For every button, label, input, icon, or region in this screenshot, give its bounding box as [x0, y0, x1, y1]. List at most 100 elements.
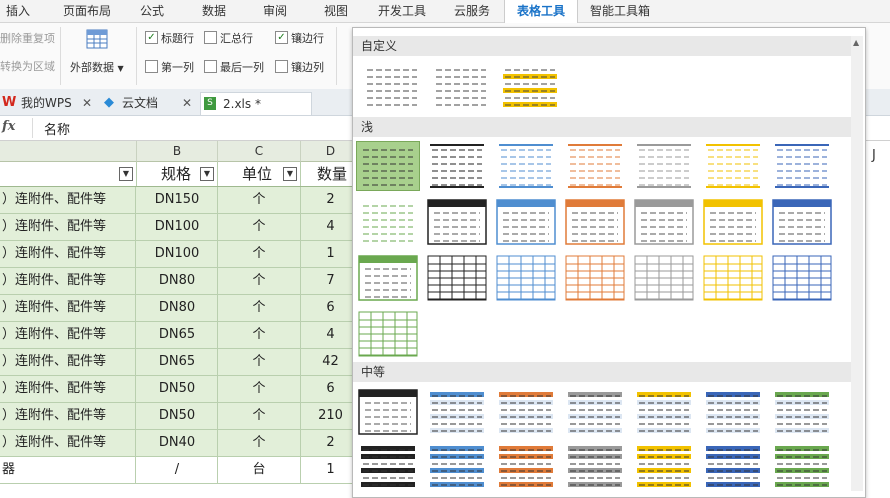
table-style-option[interactable] — [702, 142, 764, 190]
banded-rows-checkbox[interactable]: ✓ — [275, 31, 288, 44]
table-style-option[interactable] — [495, 142, 557, 190]
filter-dropdown-icon[interactable]: ▼ — [283, 167, 297, 181]
gallery-scrollbar[interactable]: ▲ — [851, 36, 863, 491]
column-header-a[interactable] — [0, 141, 137, 162]
table-style-option[interactable] — [564, 198, 626, 246]
close-icon[interactable]: ✕ — [82, 92, 92, 114]
table-cell[interactable]: ）连附件、配件等 — [0, 349, 136, 375]
table-style-option[interactable] — [426, 254, 488, 302]
tab-7[interactable]: 云服务 — [446, 0, 498, 22]
table-style-option[interactable] — [357, 310, 419, 358]
table-cell[interactable]: ）连附件、配件等 — [0, 241, 136, 267]
table-style-option[interactable] — [357, 388, 419, 436]
table-cell[interactable]: 个 — [218, 376, 301, 402]
tab-1[interactable]: 页面布局 — [52, 0, 122, 22]
table-style-option[interactable] — [771, 142, 833, 190]
table-header-cell[interactable]: 单位 ▼ — [218, 162, 301, 186]
table-style-option[interactable] — [702, 254, 764, 302]
tab-2[interactable]: 公式 — [132, 0, 172, 22]
table-cell[interactable]: 台 — [218, 457, 301, 483]
table-style-option[interactable] — [564, 442, 626, 490]
table-header-cell[interactable]: 规格 ▼ — [137, 162, 218, 186]
external-data-button[interactable]: 外部数据 ▼ — [70, 59, 124, 75]
table-cell[interactable]: ）连附件、配件等 — [0, 403, 136, 429]
table-cell[interactable]: DN40 — [137, 430, 218, 456]
table-cell[interactable]: ）连附件、配件等 — [0, 295, 136, 321]
table-cell[interactable]: 个 — [218, 322, 301, 348]
table-cell[interactable]: DN80 — [137, 268, 218, 294]
column-header-c[interactable]: C — [218, 141, 301, 162]
table-style-option[interactable] — [564, 142, 626, 190]
table-cell[interactable]: 个 — [218, 187, 301, 213]
fx-icon[interactable]: fx — [2, 119, 15, 134]
table-style-option[interactable] — [495, 198, 557, 246]
table-style-option[interactable] — [426, 198, 488, 246]
table-style-option[interactable] — [426, 442, 488, 490]
table-cell[interactable]: DN50 — [137, 403, 218, 429]
tab-6[interactable]: 开发工具 — [368, 0, 436, 22]
table-style-option[interactable] — [633, 442, 695, 490]
table-cell[interactable]: DN100 — [137, 214, 218, 240]
table-style-option[interactable] — [357, 442, 419, 490]
table-header-cell[interactable]: ▼ — [0, 162, 137, 186]
table-style-option[interactable] — [495, 254, 557, 302]
table-style-option[interactable] — [495, 442, 557, 490]
table-style-option[interactable] — [426, 142, 488, 190]
tab-4[interactable]: 审阅 — [255, 0, 295, 22]
last-column-checkbox[interactable] — [204, 60, 217, 73]
table-style-option[interactable] — [426, 388, 488, 436]
tab-9[interactable]: 智能工具箱 — [582, 0, 658, 22]
table-cell[interactable]: 个 — [218, 430, 301, 456]
convert-to-range-button[interactable]: 转换为区域 — [0, 58, 55, 74]
table-cell[interactable]: ）连附件、配件等 — [0, 268, 136, 294]
table-cell[interactable]: ）连附件、配件等 — [0, 322, 136, 348]
tab-0[interactable]: 插入 — [0, 0, 36, 22]
table-style-option[interactable] — [430, 62, 492, 110]
column-header-b[interactable]: B — [137, 141, 218, 162]
table-cell[interactable]: 个 — [218, 241, 301, 267]
table-style-option[interactable] — [771, 388, 833, 436]
table-cell[interactable]: 个 — [218, 268, 301, 294]
table-cell[interactable]: DN80 — [137, 295, 218, 321]
formula-input[interactable]: 名称 — [44, 119, 70, 138]
table-style-option[interactable] — [361, 62, 423, 110]
table-style-option[interactable] — [771, 254, 833, 302]
tab-8[interactable]: 表格工具 — [504, 0, 578, 23]
table-style-option[interactable] — [356, 141, 420, 191]
first-column-checkbox[interactable] — [145, 60, 158, 73]
table-style-option[interactable] — [702, 198, 764, 246]
table-cell[interactable]: DN65 — [137, 322, 218, 348]
table-cell[interactable]: ）连附件、配件等 — [0, 376, 136, 402]
table-style-option[interactable] — [633, 142, 695, 190]
table-style-option[interactable] — [633, 388, 695, 436]
table-style-option[interactable] — [357, 254, 419, 302]
table-cell[interactable]: ）连附件、配件等 — [0, 214, 136, 240]
table-cell[interactable]: 个 — [218, 403, 301, 429]
table-cell[interactable]: / — [137, 457, 218, 483]
table-cell[interactable]: 个 — [218, 214, 301, 240]
doc-tab-cloud-docs[interactable]: ◆ 云文档 ✕ — [104, 92, 196, 114]
table-style-option[interactable] — [633, 198, 695, 246]
tab-3[interactable]: 数据 — [192, 0, 236, 22]
remove-duplicates-button[interactable]: 删除重复项 — [0, 30, 55, 46]
table-style-option[interactable] — [495, 388, 557, 436]
table-cell[interactable]: 个 — [218, 349, 301, 375]
table-style-option[interactable] — [771, 198, 833, 246]
table-cell[interactable]: DN50 — [137, 376, 218, 402]
table-style-option[interactable] — [633, 254, 695, 302]
table-cell[interactable]: DN65 — [137, 349, 218, 375]
table-cell[interactable]: ）连附件、配件等 — [0, 430, 136, 456]
table-style-option[interactable] — [771, 442, 833, 490]
table-cell[interactable]: 个 — [218, 295, 301, 321]
tab-5[interactable]: 视图 — [316, 0, 356, 22]
table-style-option[interactable] — [702, 388, 764, 436]
scroll-up-icon[interactable]: ▲ — [853, 38, 859, 47]
filter-dropdown-icon[interactable]: ▼ — [119, 167, 133, 181]
banded-columns-checkbox[interactable] — [275, 60, 288, 73]
table-cell[interactable]: DN100 — [137, 241, 218, 267]
table-style-option[interactable] — [499, 62, 561, 110]
close-icon[interactable]: ✕ — [182, 92, 192, 114]
doc-tab-my-wps[interactable]: W 我的WPS ✕ — [2, 92, 94, 114]
table-style-option[interactable] — [564, 388, 626, 436]
header-row-checkbox[interactable]: ✓ — [145, 31, 158, 44]
